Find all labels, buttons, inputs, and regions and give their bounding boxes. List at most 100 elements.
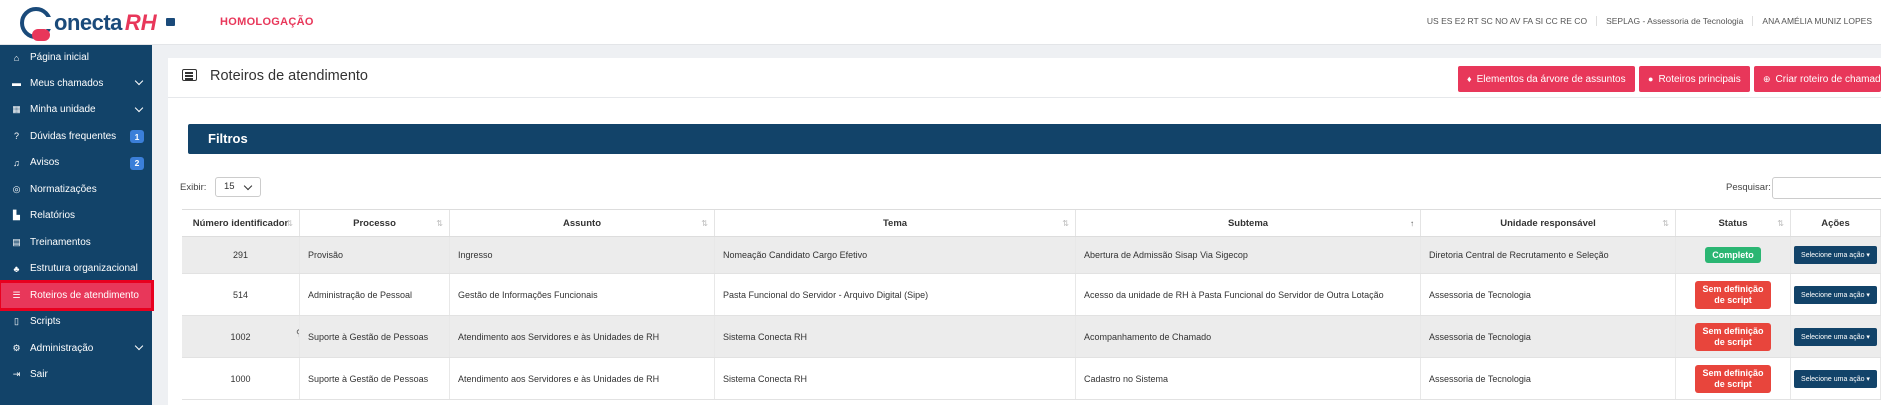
cell-acoes: Selecione uma ação — [1791, 358, 1881, 399]
filters-bar[interactable]: Filtros — [188, 124, 1881, 154]
cell-unidade: Assessoria de Tecnologia — [1421, 316, 1676, 357]
cell-id-value: 1002 — [230, 331, 251, 342]
show-entries-select[interactable]: 15 — [215, 177, 261, 197]
sidebar-item-label: Treinamentos — [30, 236, 91, 248]
status-badge: Sem definição de script — [1695, 364, 1771, 393]
pin-icon: ● — [1648, 74, 1654, 84]
sidebar-item-scripts[interactable]: ▯ Scripts — [0, 309, 152, 336]
cell-assunto: Atendimento aos Servidores e às Unidades… — [450, 358, 715, 399]
cell-status: Sem definição de script — [1676, 358, 1791, 399]
sidebar-item-relatorios[interactable]: ▙ Relatórios — [0, 203, 152, 230]
cell-id: 291 — [182, 237, 300, 273]
pin-icon[interactable]: ⚲ — [296, 328, 299, 339]
logo-text: onecta — [54, 10, 122, 35]
sidebar-item-normatizacoes[interactable]: ◎ Normatizações — [0, 176, 152, 203]
bell-icon: ♦ — [1467, 74, 1472, 84]
header-label: Subtema — [1227, 217, 1269, 229]
cell-acoes: Selecione uma ação — [1791, 237, 1881, 273]
logo-c-icon — [20, 7, 54, 41]
logout-icon: ⇥ — [12, 369, 21, 380]
cogs-icon: ⚙ — [12, 342, 21, 353]
bell-icon: ♫ — [13, 157, 20, 168]
cell-subtema: Acompanhamento de Chamado — [1076, 316, 1421, 357]
cell-tema: Sistema Conecta RH — [715, 358, 1076, 399]
sort-icon: ⇅ — [1062, 218, 1069, 228]
cell-tema: Nomeação Candidato Cargo Efetivo — [715, 237, 1076, 273]
select-action-button[interactable]: Selecione uma ação — [1794, 369, 1877, 388]
user-info: US ES E2 RT SC NO AV FA SI CC RE CO SEPL… — [1418, 16, 1881, 26]
search-input[interactable] — [1772, 177, 1881, 199]
header-label: Status — [1718, 217, 1748, 229]
sort-icon: ⇅ — [1777, 218, 1784, 228]
environment-label: HOMOLOGAÇÃO — [220, 16, 314, 28]
col-header-tema[interactable]: Tema ⇅ — [715, 210, 1076, 236]
tree-elements-button[interactable]: ♦ Elementos da árvore de assuntos — [1458, 66, 1635, 92]
col-header-unidade[interactable]: Unidade responsável ⇅ — [1421, 210, 1676, 236]
sidebar-item-sair[interactable]: ⇥ Sair — [0, 362, 152, 389]
cell-id: 514 — [182, 274, 300, 315]
header-label: Ações — [1821, 217, 1850, 229]
header-label: Unidade responsável — [1500, 217, 1596, 229]
sidebar: ⌂ Página inicial ▬ Meus chamados ▦ Minha… — [0, 45, 153, 405]
col-header-id[interactable]: Número identificador ⇅ — [182, 210, 300, 236]
sidebar-item-label: Roteiros de atendimento — [30, 289, 139, 301]
sidebar-item-home[interactable]: ⌂ Página inicial — [0, 45, 152, 70]
col-header-subtema[interactable]: Subtema ↑ — [1076, 210, 1421, 236]
table-row[interactable]: 1002 ⚲ Suporte à Gestão de Pessoas Atend… — [182, 316, 1881, 358]
header-label: Assunto — [563, 217, 601, 229]
ticket-icon: ▬ — [12, 78, 21, 89]
sidebar-item-roteiros[interactable]: ☰ Roteiros de atendimento — [0, 281, 153, 310]
status-badge: Sem definição de script — [1695, 280, 1771, 309]
avisos-count-badge: 2 — [130, 156, 144, 170]
sidebar-item-label: Meus chamados — [30, 77, 104, 89]
sidebar-item-estrutura[interactable]: ♣ Estrutura organizacional — [0, 256, 152, 283]
show-entries-value: 15 — [224, 181, 235, 192]
question-icon: ? — [13, 131, 19, 142]
col-header-assunto[interactable]: Assunto ⇅ — [450, 210, 715, 236]
sidebar-item-avisos[interactable]: ♫ Avisos 2 — [0, 150, 152, 177]
table-row[interactable]: 291 Provisão Ingresso Nomeação Candidato… — [182, 237, 1881, 274]
plus-circle-icon: ⊕ — [1763, 73, 1771, 84]
user-unit[interactable]: SEPLAG - Assessoria de Tecnologia — [1596, 16, 1752, 26]
cell-assunto: Atendimento aos Servidores e às Unidades… — [450, 316, 715, 357]
cell-assunto: Ingresso — [450, 237, 715, 273]
cell-id: 1000 — [182, 358, 300, 399]
create-script-button[interactable]: ⊕ Criar roteiro de chamad — [1754, 66, 1881, 92]
col-header-status[interactable]: Status ⇅ — [1676, 210, 1791, 236]
page-title: Roteiros de atendimento — [210, 68, 368, 84]
search-label: Pesquisar: — [1726, 182, 1771, 193]
sort-icon: ⇅ — [286, 218, 293, 228]
sidebar-item-duvidas[interactable]: ? Dúvidas frequentes 1 — [0, 123, 152, 150]
conecta-rh-logo[interactable]: onecta RH — [20, 6, 157, 41]
sidebar-item-label: Normatizações — [30, 183, 97, 195]
menu-toggle-icon[interactable] — [166, 18, 175, 26]
table-row[interactable]: 514 Administração de Pessoal Gestão de I… — [182, 274, 1881, 316]
scripts-table: Número identificador ⇅ Processo ⇅ Assunto ⇅… — [182, 209, 1881, 400]
user-name[interactable]: ANA AMÉLIA MUNIZ LOPES — [1752, 16, 1881, 26]
select-action-button[interactable]: Selecione uma ação — [1794, 285, 1877, 304]
sidebar-item-meus-chamados[interactable]: ▬ Meus chamados — [0, 70, 152, 97]
sidebar-item-administracao[interactable]: ⚙ Administração — [0, 335, 152, 362]
header-label: Número identificador — [192, 217, 289, 229]
sidebar-item-label: Estrutura organizacional — [30, 263, 138, 275]
table-row[interactable]: 1000 Suporte à Gestão de Pessoas Atendim… — [182, 358, 1881, 400]
filters-title: Filtros — [208, 131, 248, 146]
cell-processo: Suporte à Gestão de Pessoas — [300, 316, 450, 357]
sidebar-item-minha-unidade[interactable]: ▦ Minha unidade — [0, 97, 152, 124]
col-header-processo[interactable]: Processo ⇅ — [300, 210, 450, 236]
sidebar-item-treinamentos[interactable]: ▤ Treinamentos — [0, 229, 152, 256]
cell-processo: Administração de Pessoal — [300, 274, 450, 315]
select-action-button[interactable]: Selecione uma ação — [1794, 246, 1877, 264]
sort-icon: ⇅ — [1662, 218, 1669, 228]
sort-icon: ⇅ — [436, 218, 443, 228]
main-scripts-button[interactable]: ● Roteiros principais — [1639, 66, 1750, 92]
logo-rh: RH — [124, 10, 157, 35]
top-header: onecta RH HOMOLOGAÇÃO US ES E2 RT SC NO … — [0, 0, 1881, 45]
sitemap-icon: ♣ — [13, 263, 20, 274]
list-icon: ☰ — [12, 289, 21, 300]
sidebar-item-label: Página inicial — [30, 52, 89, 63]
user-roles: US ES E2 RT SC NO AV FA SI CC RE CO — [1426, 16, 1588, 26]
select-action-button[interactable]: Selecione uma ação — [1794, 327, 1877, 346]
duvidas-count-badge: 1 — [130, 130, 144, 143]
cell-status: Sem definição de script — [1676, 274, 1791, 315]
